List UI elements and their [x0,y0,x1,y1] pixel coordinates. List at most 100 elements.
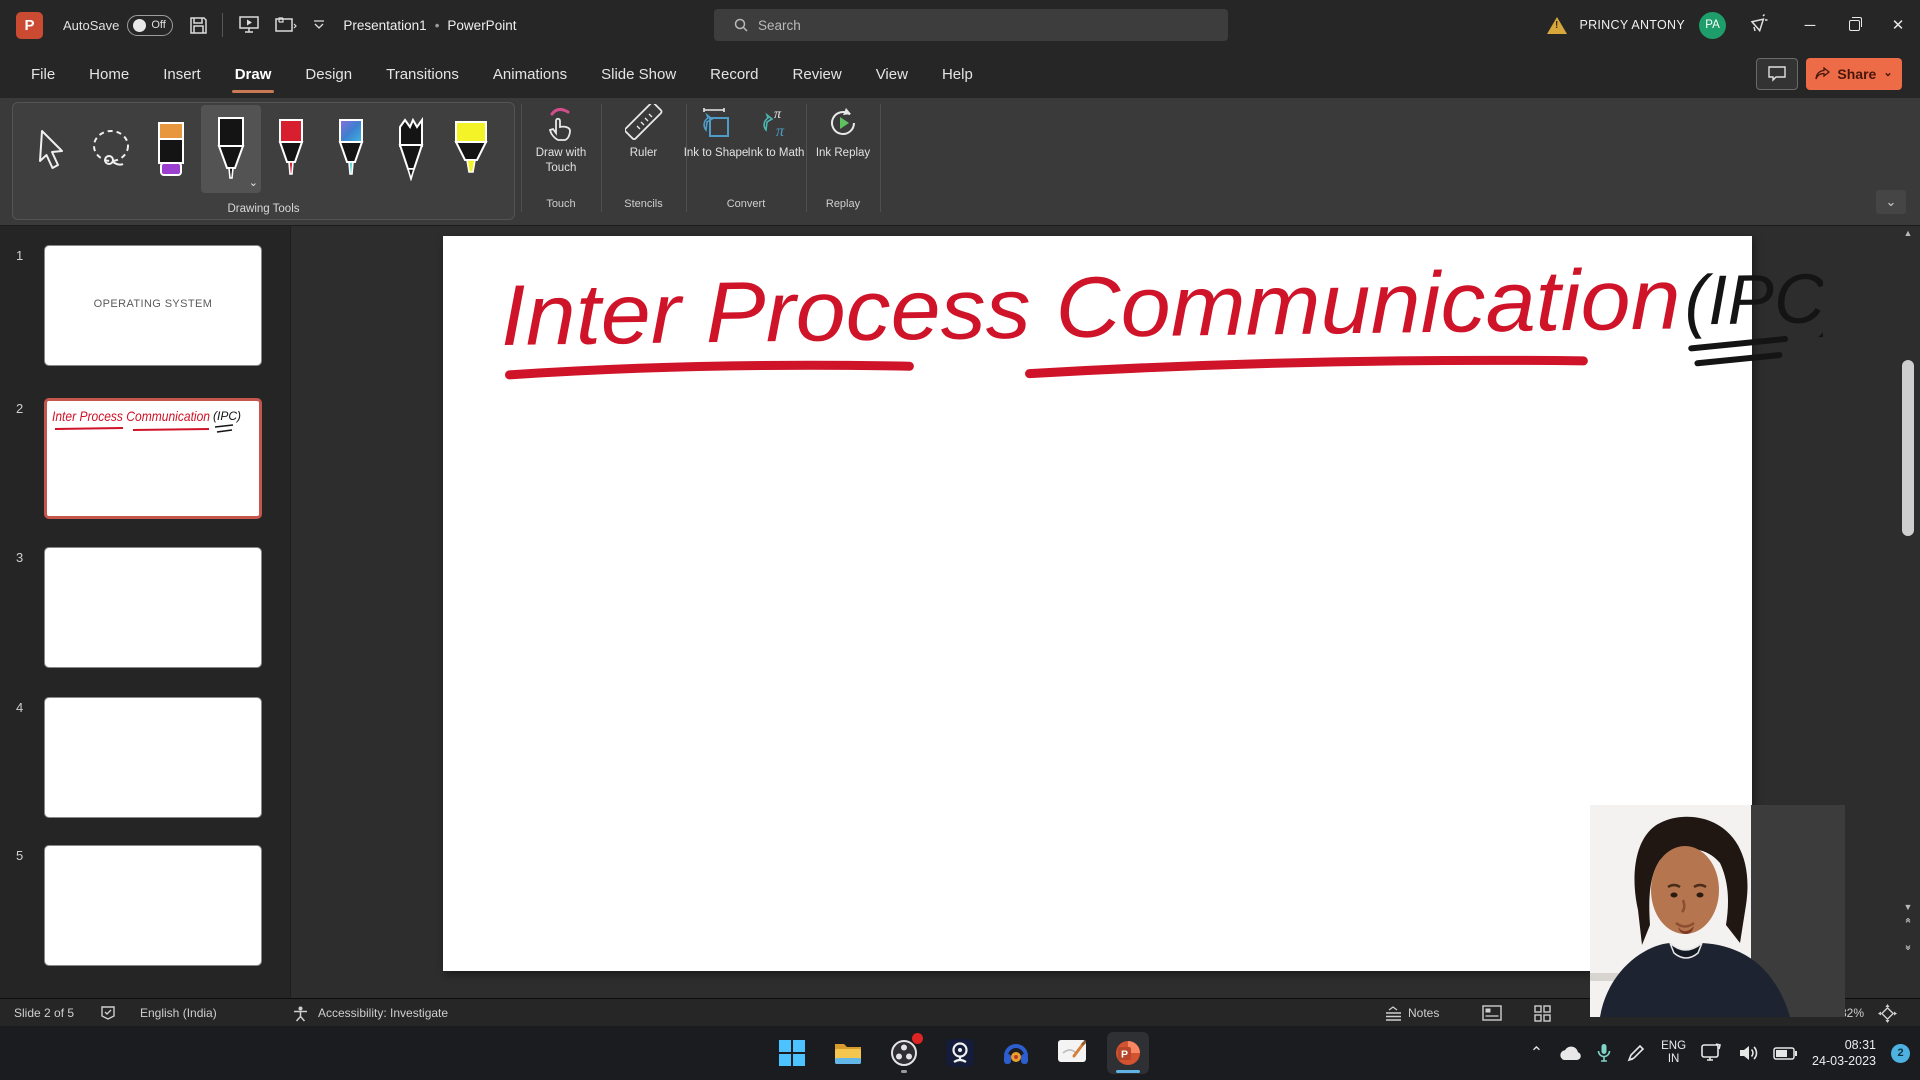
language-switcher[interactable]: ENG IN [1661,1040,1686,1066]
highlighter-yellow-tool[interactable] [441,105,501,193]
speaker-icon[interactable] [1738,1044,1758,1062]
language-indicator[interactable]: English (India) [140,999,217,1027]
comments-button[interactable] [1756,58,1798,90]
select-tool[interactable] [21,105,81,193]
slide-number: 2 [16,401,23,416]
slide-number: 1 [16,248,23,263]
restore-icon [1849,20,1860,31]
slide-number: 5 [16,848,23,863]
save-icon[interactable] [189,16,208,35]
time: 08:31 [1812,1037,1876,1053]
start-button[interactable] [771,1032,813,1074]
obs-studio-icon[interactable] [883,1032,925,1074]
spell-check-icon[interactable] [100,999,116,1027]
warning-icon[interactable] [1547,17,1567,34]
tab-home[interactable]: Home [86,50,132,98]
normal-view-button[interactable] [1482,999,1502,1027]
drawing-tools-group-label: Drawing Tools [13,203,514,215]
fit-slide-to-window-button[interactable] [1878,999,1897,1027]
vertical-scrollbar-thumb[interactable] [1902,360,1914,536]
tab-animations[interactable]: Animations [490,50,570,98]
next-slide-button[interactable]: ⌄⌄ [1900,942,1916,951]
draw-with-touch-label: Draw with Touch [524,146,598,176]
new-slide-icon[interactable] [275,16,297,34]
collapse-ribbon-chevron-icon[interactable]: ⌄ [1876,190,1906,214]
customize-toolbar-chevron-icon[interactable] [313,20,325,30]
pen-tray-icon[interactable] [1626,1043,1646,1063]
cast-display-icon[interactable] [1701,1043,1723,1063]
ink-to-math-icon: ππ [758,102,794,142]
slide-sorter-view-button[interactable] [1534,999,1551,1027]
microphone-icon[interactable] [1597,1043,1611,1063]
ruler-button[interactable]: Ruler [601,102,686,194]
ink-to-math-button[interactable]: ππ Ink to Math [746,102,806,194]
tab-draw[interactable]: Draw [232,50,275,98]
ink-to-math-label: Ink to Math [739,146,813,161]
pen-options-chevron-icon[interactable]: ⌄ [249,176,258,189]
search-input[interactable]: Search [714,9,1228,41]
pen-galaxy-tool[interactable] [321,105,381,193]
slide-thumbnail-1[interactable]: OPERATING SYSTEM [44,245,262,366]
whiteboard-app-icon[interactable] [1051,1032,1093,1074]
battery-icon[interactable] [1773,1047,1797,1060]
title-bar: P AutoSave Off Presentation1 • PowerPoin… [0,0,1920,50]
powerpoint-logo-icon[interactable]: P [16,12,43,39]
notification-badge[interactable]: 2 [1891,1044,1910,1063]
tab-review[interactable]: Review [790,50,845,98]
pen-black-tool[interactable]: ⌄ [201,105,261,193]
search-placeholder: Search [758,18,801,33]
tab-design[interactable]: Design [302,50,355,98]
slide-thumbnail-5[interactable] [44,845,262,966]
document-title: Presentation1 • PowerPoint [343,18,516,33]
tab-transitions[interactable]: Transitions [383,50,462,98]
search-icon [734,18,748,32]
slide-thumbnail-3[interactable] [44,547,262,668]
close-button[interactable]: ✕ [1876,0,1920,50]
webcam-app-icon[interactable] [939,1032,981,1074]
slide-indicator[interactable]: Slide 2 of 5 [14,999,74,1027]
avatar[interactable]: PA [1699,12,1726,39]
notes-toggle[interactable]: Notes [1385,999,1439,1027]
notes-icon [1385,1006,1402,1021]
pencil-tool[interactable] [381,105,441,193]
audio-app-icon[interactable] [995,1032,1037,1074]
share-icon [1815,67,1830,81]
clock[interactable]: 08:31 24-03-2023 [1812,1037,1876,1069]
restore-button[interactable] [1832,0,1876,50]
scroll-up-arrow[interactable]: ▲ [1901,228,1915,238]
lasso-select-tool[interactable] [81,105,141,193]
start-slideshow-icon[interactable] [239,16,259,34]
accessibility-status[interactable]: Accessibility: Investigate [318,999,448,1027]
draw-with-touch-button[interactable]: Draw with Touch [521,102,601,194]
active-app-indicator [1116,1070,1140,1073]
tab-insert[interactable]: Insert [160,50,204,98]
ink-replay-button[interactable]: Ink Replay [806,102,880,194]
scroll-down-arrow[interactable]: ▼ [1901,902,1915,912]
file-explorer-icon[interactable] [827,1032,869,1074]
tab-help[interactable]: Help [939,50,976,98]
slide-number: 4 [16,700,23,715]
convert-group-label: Convert [686,198,806,210]
slide-thumbnail-4[interactable] [44,697,262,818]
minimize-button[interactable]: ─ [1788,0,1832,50]
share-button[interactable]: Share ⌄ [1806,58,1902,90]
powerpoint-taskbar-icon[interactable]: P [1107,1032,1149,1074]
ink-to-shape-button[interactable]: Ink to Shape [686,102,746,194]
accessibility-icon[interactable] [292,999,309,1027]
slide-editing-surface[interactable] [443,236,1752,971]
tray-chevron-up-icon[interactable]: ⌃ [1530,1043,1543,1063]
app-name: PowerPoint [447,18,516,33]
user-name[interactable]: PRINCY ANTONY [1579,18,1685,32]
ribbon-divider [806,104,807,212]
tab-slideshow[interactable]: Slide Show [598,50,679,98]
coming-soon-megaphone-icon[interactable] [1748,12,1770,39]
autosave-toggle[interactable]: Off [127,15,173,36]
onedrive-cloud-icon[interactable] [1558,1045,1582,1061]
previous-slide-button[interactable]: ⌃⌃ [1900,920,1916,929]
slide-thumbnail-2[interactable]: Inter Process Communication (IPC) [44,398,262,519]
eraser-tool[interactable] [141,105,201,193]
tab-view[interactable]: View [873,50,911,98]
tab-file[interactable]: File [28,50,58,98]
pen-red-tool[interactable] [261,105,321,193]
tab-record[interactable]: Record [707,50,761,98]
